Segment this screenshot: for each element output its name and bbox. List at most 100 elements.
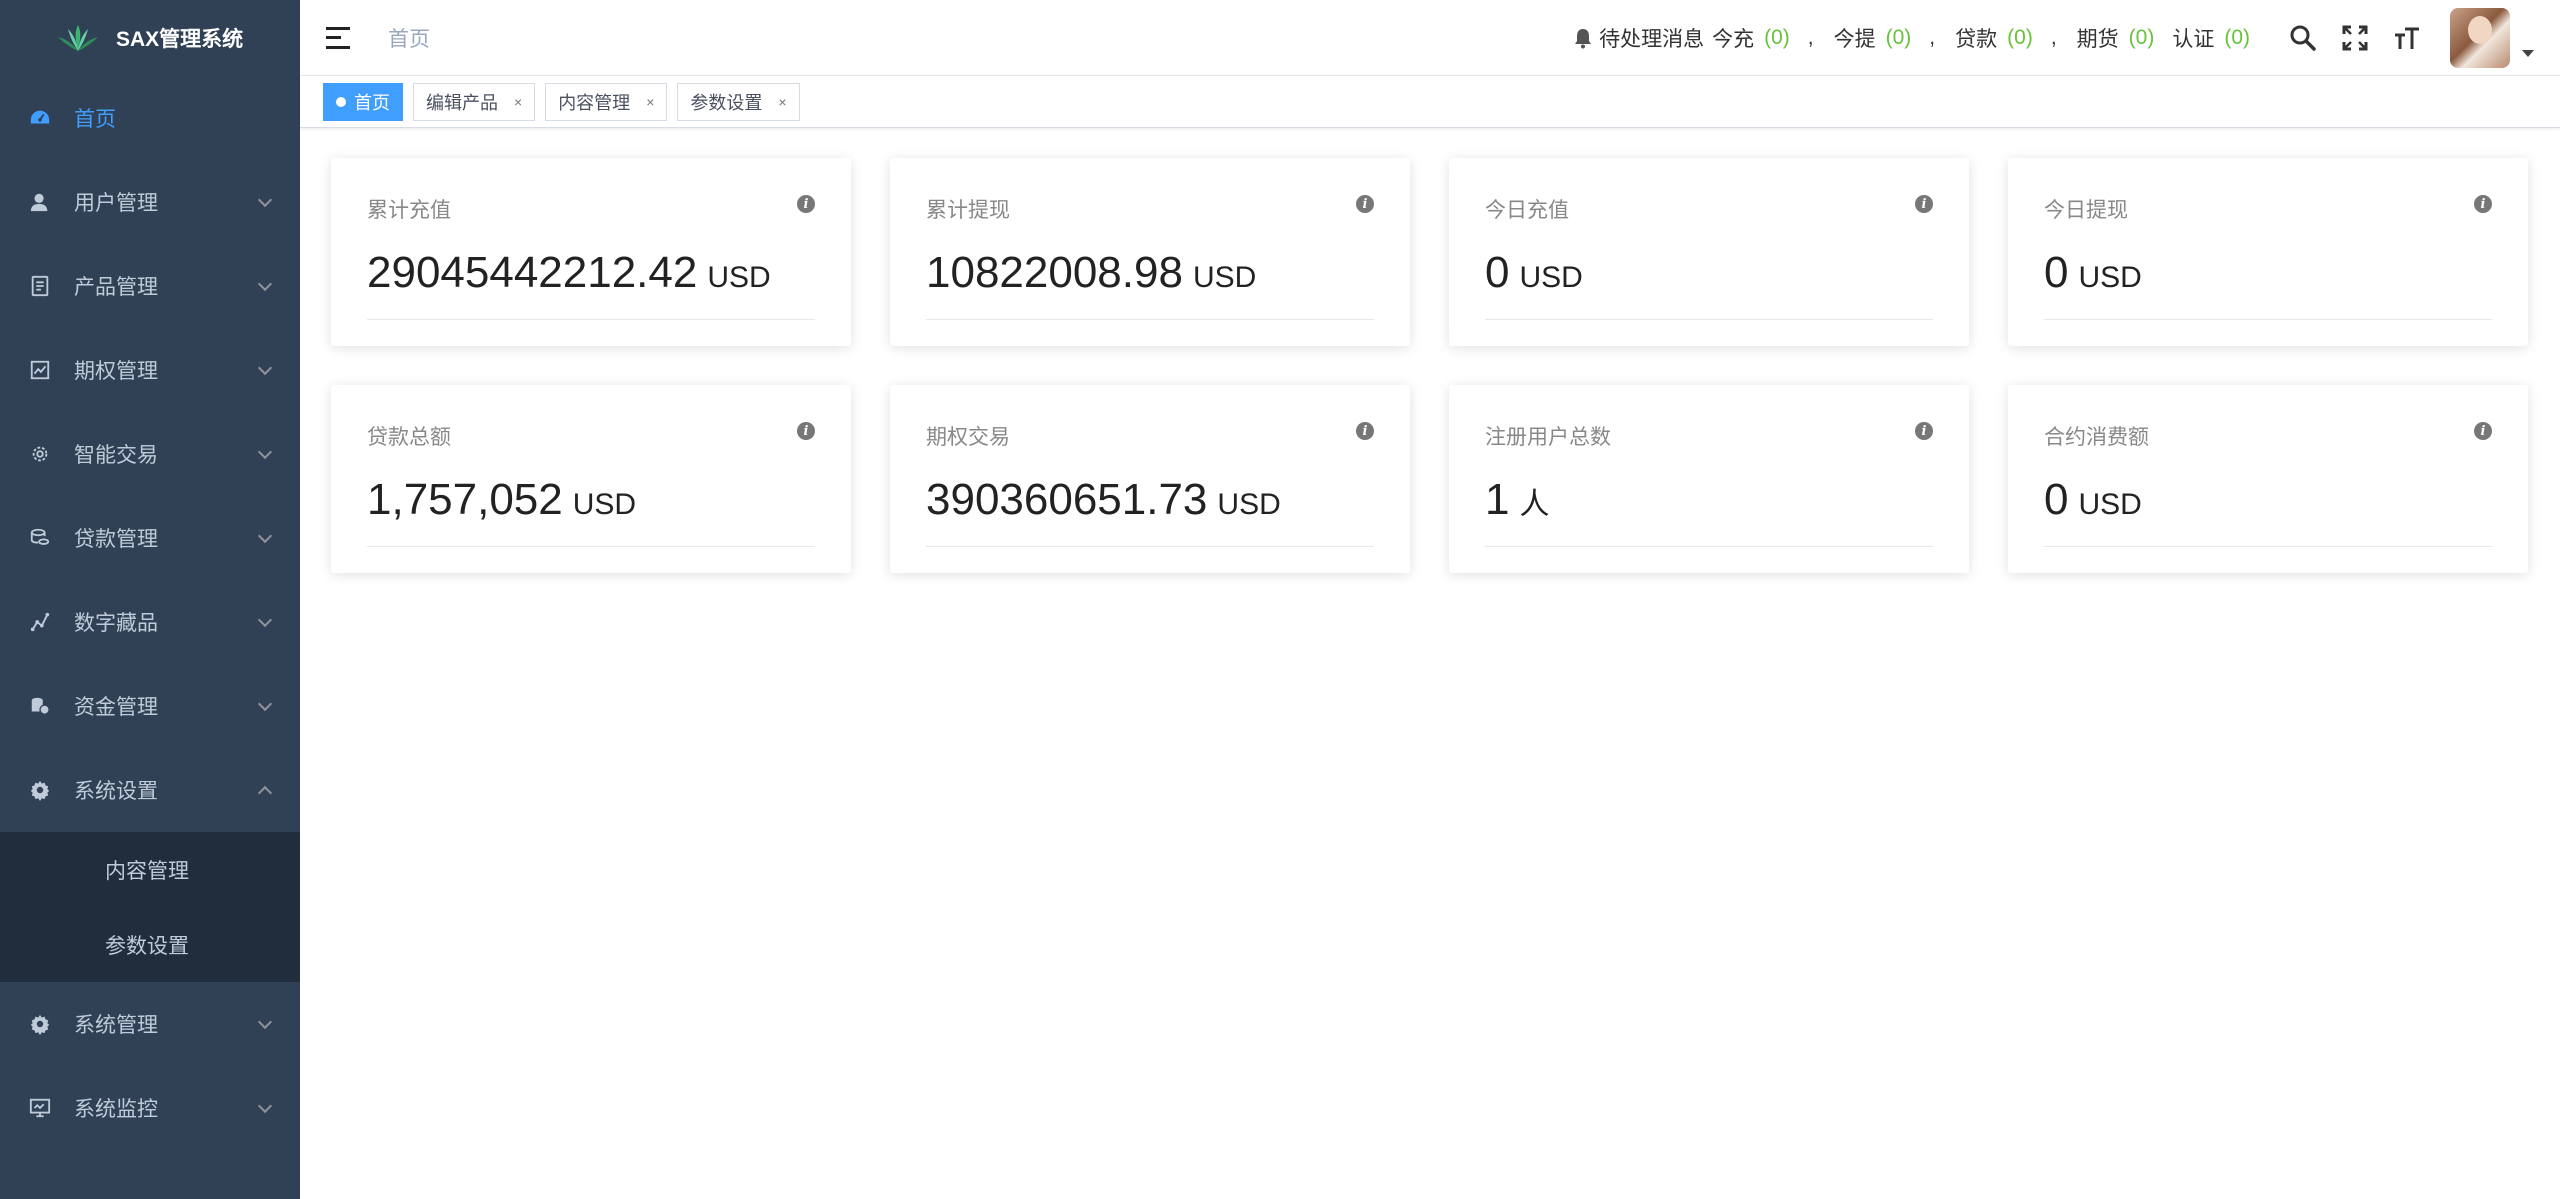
notice-separator: ,	[2050, 26, 2057, 49]
info-icon[interactable]: i	[1356, 195, 1374, 213]
stat-value-wrap: 1人	[1485, 475, 1549, 525]
info-icon[interactable]: i	[797, 195, 815, 213]
sidebar-item-loans[interactable]: 贷款管理	[0, 496, 300, 580]
info-icon[interactable]: i	[1356, 422, 1374, 440]
stat-title: 累计提现	[926, 199, 1010, 222]
search-icon[interactable]	[2288, 23, 2318, 53]
notice-label-recharge: 今充	[1712, 28, 1755, 51]
sidebar-item-label: 数字藏品	[74, 612, 158, 635]
stat-unit: USD	[572, 488, 637, 521]
sidebar-item-monitor[interactable]: 系统监控	[0, 1066, 300, 1150]
close-icon[interactable]: ×	[778, 94, 786, 110]
stat-card-today-recharge: 今日充值 i 0 USD	[1449, 158, 1969, 346]
monitor-icon	[28, 1096, 52, 1120]
stat-card-loan-total: 贷款总额 i 1,757,052 USD	[331, 385, 851, 573]
stat-title: 注册用户总数	[1485, 426, 1611, 449]
notice-count-recharge: (0)	[1764, 26, 1790, 49]
tag-edit-product[interactable]: 编辑产品 ×	[413, 82, 536, 121]
divider	[2044, 546, 2492, 547]
stat-value-wrap: 0 USD	[2044, 248, 2142, 298]
divider	[367, 319, 815, 320]
sidebar-subitem-params[interactable]: 参数设置	[0, 907, 300, 982]
stat-value: 29045442212.42	[367, 248, 698, 297]
stat-title: 贷款总额	[367, 426, 451, 449]
font-size-icon[interactable]	[2392, 23, 2422, 53]
notice-label-verify: 认证	[2172, 28, 2215, 51]
document-icon	[28, 274, 52, 298]
sidebar-item-users[interactable]: 用户管理	[0, 160, 300, 244]
sidebar-subitem-content[interactable]: 内容管理	[0, 832, 300, 907]
graph-icon	[28, 610, 52, 634]
bell-icon	[1575, 29, 1592, 49]
stat-title: 今日提现	[2044, 199, 2128, 222]
tag-content-manage[interactable]: 内容管理 ×	[545, 82, 668, 121]
close-icon[interactable]: ×	[646, 94, 654, 110]
fullscreen-icon[interactable]	[2340, 23, 2370, 53]
avatar[interactable]	[2450, 8, 2510, 68]
coins-icon	[28, 526, 52, 550]
close-icon[interactable]: ×	[514, 94, 522, 110]
sidebar-item-options[interactable]: 期权管理	[0, 328, 300, 412]
sidebar-item-label: 期权管理	[74, 360, 158, 383]
stat-value: 1	[1485, 475, 1510, 524]
sidebar-item-smart-trade[interactable]: 智能交易	[0, 412, 300, 496]
stat-card-total-withdraw: 累计提现 i 10822008.98 USD	[890, 158, 1410, 346]
chevron-down-icon	[257, 360, 273, 376]
divider	[926, 319, 1374, 320]
tag-home[interactable]: 首页	[323, 82, 403, 121]
chevron-down-icon	[257, 276, 273, 292]
info-icon[interactable]: i	[2474, 195, 2492, 213]
sidebar-item-label: 资金管理	[74, 696, 158, 719]
divider	[367, 546, 815, 547]
stat-value: 0	[1485, 248, 1510, 297]
stat-value: 1,757,052	[367, 475, 563, 524]
caret-down-icon[interactable]	[2522, 49, 2534, 57]
chevron-down-icon	[257, 696, 273, 712]
stat-value: 390360651.73	[926, 475, 1208, 524]
stat-unit: 人	[1519, 488, 1550, 521]
info-icon[interactable]: i	[1915, 422, 1933, 440]
info-icon[interactable]: i	[797, 422, 815, 440]
chart-icon	[28, 358, 52, 382]
chevron-down-icon	[257, 612, 273, 628]
logo[interactable]: SAX管理系统	[0, 0, 300, 76]
tag-param-settings[interactable]: 参数设置 ×	[677, 82, 800, 121]
app-root: SAX管理系统 首页 用户管理 产品管理 期权管理 智能交易 贷款管理 数字藏品…	[0, 0, 2560, 1199]
sidebar-item-system-admin[interactable]: 系统管理	[0, 982, 300, 1066]
notice-count-verify: (0)	[2224, 26, 2250, 49]
hamburger-icon[interactable]	[326, 26, 350, 49]
sidebar-item-system-settings[interactable]: 系统设置	[0, 748, 300, 832]
sidebar-item-label: 产品管理	[74, 276, 158, 299]
navbar-right: 待处理消息 今充 (0) , 今提 (0) , 贷款 (0) , 期货 (0) …	[1573, 0, 2560, 76]
sidebar-item-label: 系统设置	[74, 780, 158, 803]
breadcrumb[interactable]: 首页	[388, 23, 430, 53]
stat-value-wrap: 0 USD	[1485, 248, 1583, 298]
stat-card-total-recharge: 累计充值 i 29045442212.42 USD	[331, 158, 851, 346]
stat-value-wrap: 29045442212.42 USD	[367, 248, 771, 298]
sidebar-item-label: 系统管理	[74, 1014, 158, 1037]
stat-title: 今日充值	[1485, 199, 1569, 222]
sidebar-item-nft[interactable]: 数字藏品	[0, 580, 300, 664]
divider	[926, 546, 1374, 547]
sidebar-item-label: 首页	[74, 108, 116, 131]
stat-card-contract-spend: 合约消费额 i 0 USD	[2008, 385, 2528, 573]
stat-card-options-trade: 期权交易 i 390360651.73 USD	[890, 385, 1410, 573]
divider	[1485, 546, 1933, 547]
notice-label-futures: 期货	[2076, 28, 2119, 51]
sidebar-item-home[interactable]: 首页	[0, 76, 300, 160]
stat-unit: USD	[2078, 261, 2142, 294]
stat-value: 0	[2044, 248, 2069, 297]
stat-value-wrap: 1,757,052 USD	[367, 475, 636, 525]
navbar: 首页 待处理消息 今充 (0) , 今提 (0) , 贷款 (0) , 期货 (…	[300, 0, 2560, 76]
sidebar-item-products[interactable]: 产品管理	[0, 244, 300, 328]
sidebar-item-funds[interactable]: 资金管理	[0, 664, 300, 748]
info-icon[interactable]: i	[1915, 195, 1933, 213]
submenu-system-settings: 内容管理 参数设置	[0, 832, 300, 982]
stat-title: 期权交易	[926, 426, 1010, 449]
info-icon[interactable]: i	[2474, 422, 2492, 440]
pending-notice[interactable]: 待处理消息 今充 (0) , 今提 (0) , 贷款 (0) , 期货 (0) …	[1573, 23, 2268, 53]
chevron-down-icon	[257, 1014, 273, 1030]
stat-unit: USD	[1519, 261, 1583, 294]
notice-separator: ,	[1807, 26, 1814, 49]
gear-icon	[28, 1012, 52, 1036]
